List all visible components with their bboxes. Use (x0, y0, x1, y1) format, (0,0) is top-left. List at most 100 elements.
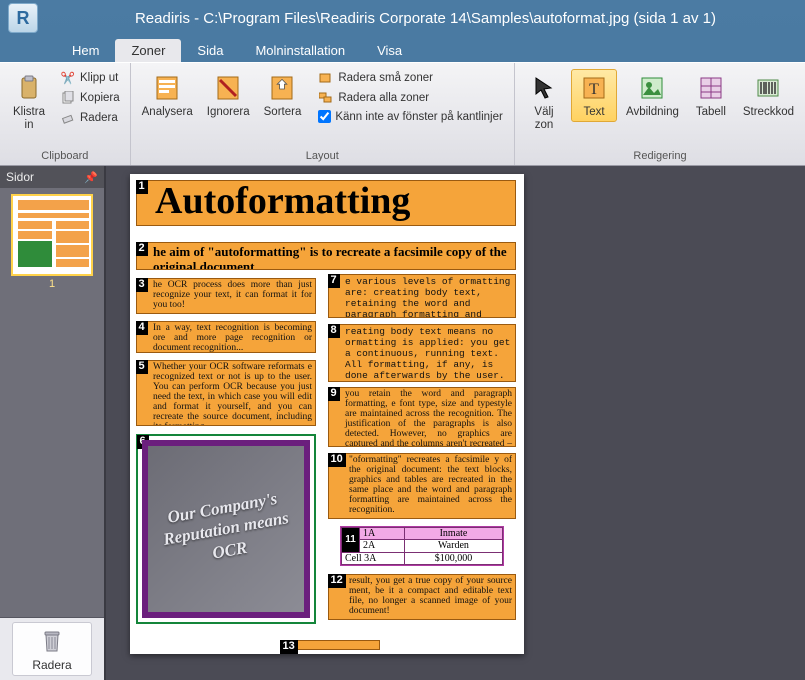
ignore-label: Ignorera (207, 106, 250, 119)
tbl-r3c2: $100,000 (404, 552, 502, 564)
ignore-window-borders-label: Känn inte av fönster på kantlinjer (335, 111, 503, 123)
tab-hem[interactable]: Hem (56, 39, 115, 62)
delete-all-zones-label: Radera alla zoner (338, 92, 429, 104)
zone-13[interactable]: 13 (280, 640, 380, 650)
cut-button[interactable]: ✂️ Klipp ut (56, 69, 124, 87)
image-zone-button[interactable]: Avbildning (621, 69, 684, 122)
eraser-icon (60, 110, 76, 126)
delete-small-zones-label: Radera små zoner (338, 72, 433, 84)
zone-6-image: Our Company's Reputation means OCR (142, 440, 310, 618)
ribbon-group-layout: Analysera Ignorera Sortera (131, 63, 515, 165)
zone-2[interactable]: 2 he aim of "autoformatting" is to recre… (136, 242, 516, 270)
copy-label: Kopiera (80, 92, 120, 104)
sort-button[interactable]: Sortera (259, 69, 307, 122)
table-zone-icon (695, 72, 727, 104)
zone-4[interactable]: 4 In a way, text recognition is becoming… (136, 321, 316, 353)
document-canvas[interactable]: 1 Autoformatting 2 he aim of "autoformat… (106, 166, 805, 680)
text-zone-icon: T (578, 72, 610, 104)
pages-thumbnails: 1 (0, 188, 104, 617)
small-zone-icon (318, 70, 334, 86)
zone-7[interactable]: 7 e various levels of ormatting are: cre… (328, 274, 516, 318)
zone-8-text: reating body text means no ormatting is … (329, 325, 515, 381)
ribbon-group-clipboard: Klistra in ✂️ Klipp ut Kopiera (0, 63, 131, 165)
thumbnail-image (15, 198, 89, 272)
page-thumbnail-1[interactable]: 1 (6, 194, 98, 290)
ignore-window-borders-input[interactable] (318, 110, 331, 123)
zone-11[interactable]: 11 1A Inmate 2A Warden Cell 3A $100,000 (340, 526, 504, 566)
tbl-r1c1: 1A (360, 528, 405, 540)
cut-label: Klipp ut (80, 72, 118, 84)
image-zone-icon (636, 72, 668, 104)
image-zone-label: Avbildning (626, 106, 679, 119)
zone-3[interactable]: 3 he OCR process does more than just rec… (136, 278, 316, 314)
title-bar: R Readiris - C:\Program Files\Readiris C… (0, 0, 805, 36)
zone-5-text: Whether your OCR software reformats e re… (137, 361, 315, 425)
zone-1-text: Autoformatting (137, 181, 515, 225)
delete-button[interactable]: Radera (56, 109, 124, 127)
zone-9[interactable]: 9 you retain the word and paragraph form… (328, 387, 516, 447)
delete-label: Radera (80, 112, 118, 124)
pages-panel: Sidor 📌 (0, 166, 106, 680)
scissors-icon: ✂️ (60, 70, 76, 86)
tbl-r2c2: Warden (404, 540, 502, 552)
document-page[interactable]: 1 Autoformatting 2 he aim of "autoformat… (130, 174, 524, 654)
zone-10[interactable]: 10 "oformatting" recreates a facsimile y… (328, 453, 516, 519)
ribbon-group-label-editing: Redigering (521, 148, 799, 165)
pin-icon[interactable]: 📌 (84, 171, 98, 184)
analyse-label: Analysera (142, 106, 193, 119)
ribbon-group-editing: Välj zon T Text Avbildning (515, 63, 805, 165)
table-zone-button[interactable]: Tabell (688, 69, 734, 122)
barcode-zone-label: Streckkod (743, 106, 794, 119)
ignore-icon (212, 72, 244, 104)
tab-molninstallation[interactable]: Molninstallation (239, 39, 361, 62)
zone-8[interactable]: 8 reating body text means no ormatting i… (328, 324, 516, 382)
delete-all-zones-button[interactable]: Radera alla zoner (314, 89, 507, 107)
zone-12-text: result, you get a true copy of your sour… (329, 575, 515, 619)
svg-text:T: T (589, 81, 599, 98)
barcode-zone-button[interactable]: Streckkod (738, 69, 799, 122)
tbl-r2c1: 2A (360, 540, 405, 552)
ignore-window-borders-checkbox[interactable]: Känn inte av fönster på kantlinjer (314, 109, 507, 124)
analyse-button[interactable]: Analysera (137, 69, 198, 122)
cursor-icon (528, 72, 560, 104)
sort-label: Sortera (264, 106, 302, 119)
pages-delete-button[interactable]: Radera (12, 622, 92, 676)
zone-1[interactable]: 1 Autoformatting (136, 180, 516, 226)
zone-7-text: e various levels of ormatting are: creat… (329, 275, 515, 317)
pages-panel-header: Sidor 📌 (0, 166, 104, 188)
zone-11-table: 11 1A Inmate 2A Warden Cell 3A $100,000 (341, 527, 503, 565)
copy-icon (60, 90, 76, 106)
delete-small-zones-button[interactable]: Radera små zoner (314, 69, 507, 87)
zone-10-text: "oformatting" recreates a facsimile y of… (329, 454, 515, 518)
tab-sida[interactable]: Sida (181, 39, 239, 62)
ribbon-group-label-layout: Layout (137, 148, 508, 165)
zone-6[interactable]: 6 Our Company's Reputation means OCR (136, 434, 316, 624)
app-icon: R (8, 3, 38, 33)
zone-5[interactable]: 5 Whether your OCR software reformats e … (136, 360, 316, 426)
window-title: Readiris - C:\Program Files\Readiris Cor… (46, 10, 805, 27)
trash-icon (36, 625, 68, 657)
all-zones-icon (318, 90, 334, 106)
select-zone-label: Välj zon (534, 106, 553, 132)
zone-9-text: you retain the word and paragraph format… (329, 388, 515, 446)
paste-button[interactable]: Klistra in (6, 69, 52, 135)
pages-delete-label: Radera (32, 659, 71, 673)
sort-icon (266, 72, 298, 104)
copy-button[interactable]: Kopiera (56, 89, 124, 107)
analyse-icon (151, 72, 183, 104)
main-area: Sidor 📌 (0, 166, 805, 680)
zone-3-text: he OCR process does more than just recog… (137, 279, 315, 313)
text-zone-button[interactable]: T Text (571, 69, 617, 122)
tbl-r1c2: Inmate (404, 528, 502, 540)
ribbon-group-label-clipboard: Clipboard (6, 148, 124, 165)
paste-label: Klistra in (13, 106, 45, 132)
zone-12[interactable]: 12 result, you get a true copy of your s… (328, 574, 516, 620)
select-zone-button[interactable]: Välj zon (521, 69, 567, 135)
ignore-button[interactable]: Ignorera (202, 69, 255, 122)
ribbon: Klistra in ✂️ Klipp ut Kopiera (0, 62, 805, 166)
tab-visa[interactable]: Visa (361, 39, 418, 62)
zone-number: 13 (280, 640, 298, 654)
tbl-r3c1: Cell 3A (342, 552, 405, 564)
tab-zoner[interactable]: Zoner (115, 39, 181, 62)
pages-panel-title: Sidor (6, 170, 34, 184)
